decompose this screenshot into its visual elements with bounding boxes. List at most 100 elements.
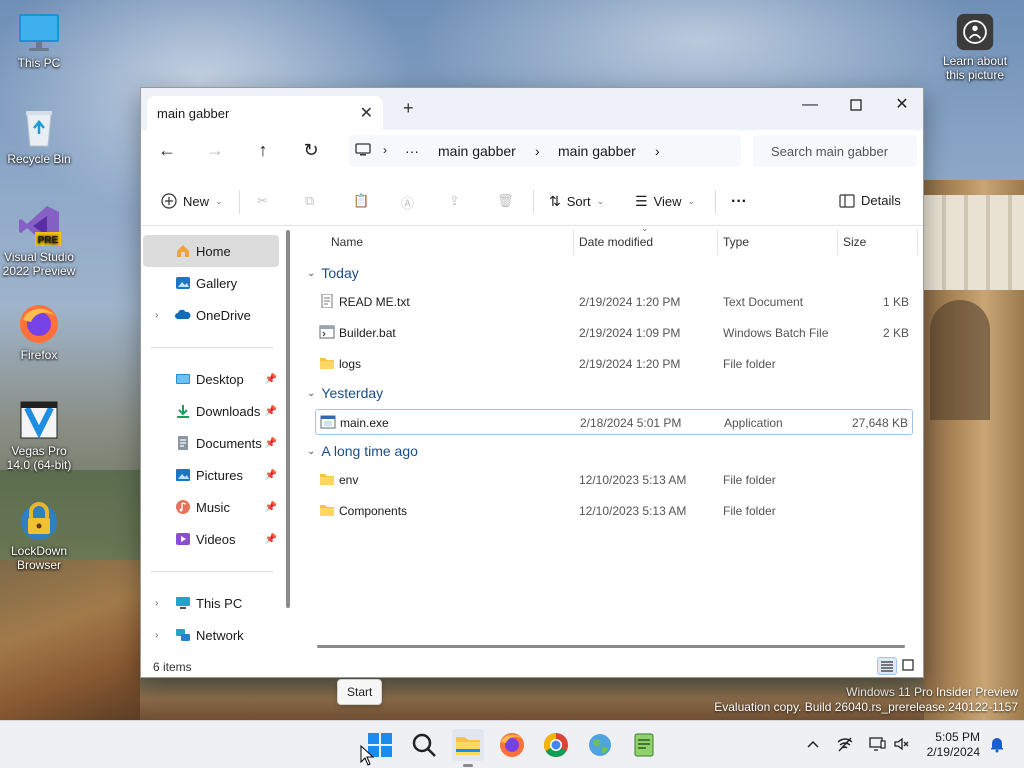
tiles-view-toggle[interactable]: [899, 657, 919, 675]
column-divider[interactable]: [917, 229, 918, 255]
minimize-button[interactable]: —: [787, 92, 833, 120]
more-options-button[interactable]: ···: [731, 193, 747, 211]
status-bar: 6 items: [141, 655, 923, 677]
group-header-yesterday[interactable]: ⌄ Yesterday: [307, 385, 383, 401]
pin-icon[interactable]: 📌: [265, 470, 277, 481]
sidebar-label: OneDrive: [196, 307, 251, 323]
learn-about-picture[interactable]: Learn about this picture: [936, 12, 1014, 82]
pin-icon[interactable]: 📌: [265, 406, 277, 417]
chrome-taskbar-button[interactable]: [540, 729, 572, 761]
column-header-size[interactable]: Size: [843, 235, 866, 249]
column-divider[interactable]: [837, 229, 838, 255]
pin-icon[interactable]: 📌: [265, 438, 277, 449]
details-button[interactable]: Details: [839, 193, 901, 208]
breadcrumb-main-gabber-1[interactable]: main gabber: [438, 143, 516, 159]
new-label: New: [183, 193, 210, 209]
batch-file-icon: [319, 325, 335, 339]
desktop-icon: [176, 374, 190, 384]
sidebar-item-this-pc[interactable]: › This PC: [143, 587, 279, 619]
sidebar-item-documents[interactable]: Documents 📌: [143, 427, 279, 459]
gallery-icon: [176, 277, 190, 289]
horizontal-scrollbar[interactable]: [317, 645, 905, 648]
notification-bell-icon[interactable]: [988, 735, 1006, 753]
address-bar[interactable]: › ··· main gabber › main gabber ›: [349, 135, 741, 167]
new-button[interactable]: New ⌄: [161, 193, 223, 209]
column-header-date-modified[interactable]: Date modified: [579, 235, 653, 249]
sidebar-label: Gallery: [196, 275, 238, 291]
sidebar-item-onedrive[interactable]: › OneDrive: [143, 299, 279, 331]
notepad-taskbar-button[interactable]: [628, 729, 660, 761]
desktop-icon-this-pc[interactable]: This PC: [0, 10, 78, 70]
navigation-scrollbar[interactable]: [286, 230, 290, 608]
sidebar-item-desktop[interactable]: Desktop 📌: [143, 363, 279, 395]
plus-circle-icon: [161, 193, 177, 209]
column-header-name[interactable]: Name: [331, 235, 363, 249]
volume-muted-icon[interactable]: [893, 735, 911, 753]
cut-icon[interactable]: ✂: [257, 193, 268, 209]
network-offline-icon[interactable]: [836, 735, 854, 753]
world-taskbar-button[interactable]: [584, 729, 616, 761]
refresh-icon[interactable]: ↻: [297, 140, 325, 162]
search-input[interactable]: Search main gabber: [753, 135, 917, 167]
firefox-taskbar-button[interactable]: [496, 729, 528, 761]
close-tab-icon[interactable]: ✕: [360, 103, 373, 123]
sort-button[interactable]: ⇅ Sort ⌄: [549, 193, 604, 210]
desktop-icon-vegas-pro[interactable]: Vegas Pro 14.0 (64-bit): [0, 398, 78, 472]
file-row-env[interactable]: env 12/10/2023 5:13 AM File folder: [315, 467, 913, 493]
forward-icon[interactable]: →: [201, 140, 229, 162]
group-header-today[interactable]: ⌄ Today: [307, 265, 359, 281]
maximize-button[interactable]: [833, 92, 879, 120]
back-icon[interactable]: ←: [153, 140, 181, 162]
divider: [239, 190, 240, 214]
sidebar-item-downloads[interactable]: Downloads 📌: [143, 395, 279, 427]
chevron-right-icon[interactable]: ›: [155, 630, 158, 641]
pin-icon[interactable]: 📌: [265, 502, 277, 513]
title-bar[interactable]: main gabber ✕ + — ✕: [141, 88, 923, 130]
delete-icon[interactable]: 🗑: [497, 193, 514, 209]
sidebar-item-network[interactable]: › Network: [143, 619, 279, 651]
view-button[interactable]: ☰ View ⌄: [635, 193, 695, 210]
display-icon[interactable]: [868, 735, 886, 753]
music-icon: [176, 500, 190, 514]
chevron-up-icon[interactable]: [804, 735, 822, 753]
details-view-icon: [881, 661, 893, 672]
file-row-components[interactable]: Components 12/10/2023 5:13 AM File folde…: [315, 498, 913, 524]
up-icon[interactable]: ↑: [249, 140, 277, 162]
tab-main-gabber[interactable]: main gabber ✕: [147, 96, 383, 130]
file-row-main-exe[interactable]: main.exe 2/18/2024 5:01 PM Application 2…: [315, 409, 913, 435]
desktop-icon-visual-studio[interactable]: PRE Visual Studio 2022 Preview: [0, 204, 78, 278]
details-view-toggle[interactable]: [877, 657, 897, 675]
column-header-type[interactable]: Type: [723, 235, 749, 249]
chevron-right-icon[interactable]: ›: [155, 310, 158, 321]
paste-icon[interactable]: 📋: [353, 193, 369, 209]
copy-icon[interactable]: ⧉: [305, 193, 314, 209]
rename-icon[interactable]: Ⓐ: [401, 193, 414, 212]
column-divider[interactable]: [573, 229, 574, 255]
file-row-logs[interactable]: logs 2/19/2024 1:20 PM File folder: [315, 351, 913, 377]
file-date: 2/18/2024 5:01 PM: [580, 416, 682, 430]
file-explorer-taskbar-button[interactable]: [452, 729, 484, 767]
file-row-builder-bat[interactable]: Builder.bat 2/19/2024 1:09 PM Windows Ba…: [315, 320, 913, 346]
sidebar-item-music[interactable]: Music 📌: [143, 491, 279, 523]
pin-icon[interactable]: 📌: [265, 534, 277, 545]
column-divider[interactable]: [717, 229, 718, 255]
pin-icon[interactable]: 📌: [265, 374, 277, 385]
new-tab-icon[interactable]: +: [403, 98, 414, 119]
sidebar-item-home[interactable]: Home: [143, 235, 279, 267]
watermark-edition: Windows 11 Pro Insider Preview: [846, 685, 1018, 699]
close-window-button[interactable]: ✕: [879, 92, 925, 120]
sidebar-item-gallery[interactable]: Gallery: [143, 267, 279, 299]
group-header-long-ago[interactable]: ⌄ A long time ago: [307, 443, 418, 459]
desktop-icon-firefox[interactable]: Firefox: [0, 302, 78, 362]
desktop-icon-recycle-bin[interactable]: Recycle Bin: [0, 106, 78, 166]
clock[interactable]: 5:05 PM 2/19/2024: [927, 730, 980, 760]
sidebar-item-pictures[interactable]: Pictures 📌: [143, 459, 279, 491]
breadcrumb-overflow[interactable]: ···: [405, 143, 419, 159]
file-row-read-me[interactable]: READ ME.txt 2/19/2024 1:20 PM Text Docum…: [315, 289, 913, 315]
chevron-right-icon[interactable]: ›: [155, 598, 158, 609]
breadcrumb-main-gabber-2[interactable]: main gabber: [558, 143, 636, 159]
desktop-icon-lockdown-browser[interactable]: LockDown Browser: [0, 498, 78, 572]
sidebar-item-videos[interactable]: Videos 📌: [143, 523, 279, 555]
share-icon[interactable]: ⇪: [449, 193, 460, 209]
search-button[interactable]: [408, 729, 440, 761]
